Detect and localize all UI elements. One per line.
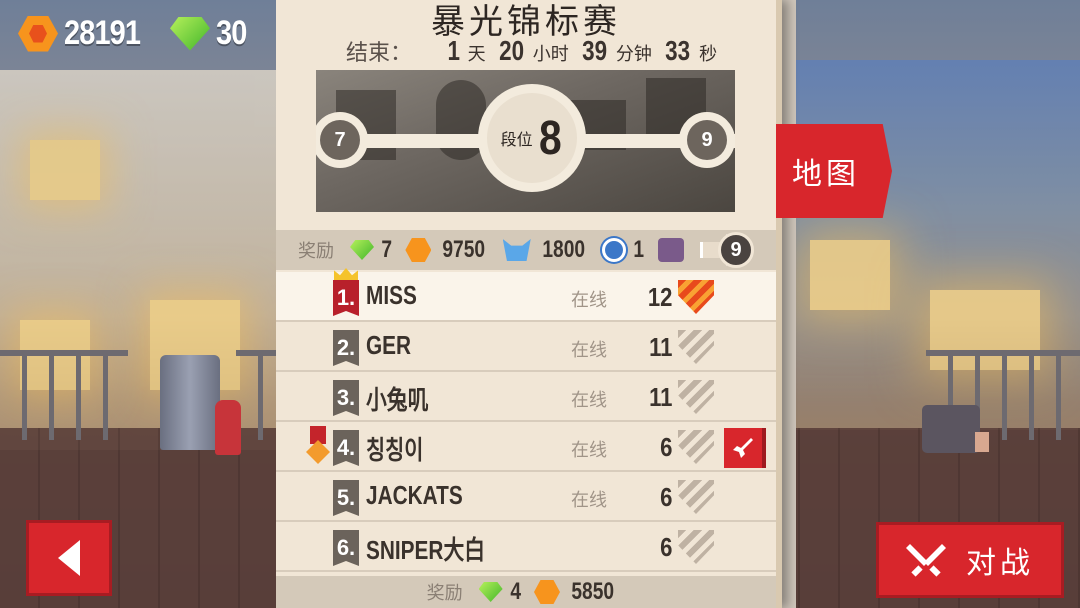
countdown-timer: 结束： 1 天 20 小时 39 分钟 33 秒 — [346, 35, 721, 67]
reward-bar: 奖励 7 9750 1800 1 9 — [276, 230, 776, 270]
rank-current: 8 — [538, 111, 562, 165]
fire-extinguisher — [215, 400, 241, 455]
promote-rank: 9 — [718, 232, 754, 268]
bottom-reward-gems: 4 — [509, 578, 521, 605]
row-position: 1. — [333, 280, 359, 316]
player-name: 칭칭이 — [366, 435, 424, 465]
rank-current-badge: 段位 8 — [478, 84, 586, 192]
countdown-label: 结束： — [346, 41, 413, 66]
countdown-seconds-unit: 秒 — [699, 44, 718, 65]
fence-left — [0, 350, 128, 440]
attack-button[interactable] — [724, 428, 766, 468]
player-name: JACKATS — [366, 480, 463, 510]
countdown-minutes-unit: 分钟 — [615, 44, 652, 65]
rank-emblem-icon — [678, 530, 714, 564]
player-name: MISS — [366, 280, 417, 310]
rank-emblem-icon — [678, 330, 714, 364]
countdown-seconds: 33 — [665, 35, 690, 66]
reward-label: 奖励 — [298, 241, 334, 262]
green-gem-icon — [478, 582, 503, 602]
leaderboard-row[interactable]: 5. JACKATS 在线 6 — [276, 472, 776, 522]
rank-emblem-icon — [678, 280, 714, 314]
green-gem-icon — [350, 240, 374, 260]
tournament-panel: 暴光锦标赛 结束： 1 天 20 小时 39 分钟 33 秒 7 段位 8 9 … — [276, 0, 776, 608]
leaderboard-row[interactable]: 2. GER 在线 11 — [276, 322, 776, 372]
battle-label: 对战 — [966, 546, 1034, 581]
player-name: SNIPER大白 — [366, 535, 486, 565]
player-name: GER — [366, 330, 412, 360]
row-position: 6. — [333, 530, 359, 566]
rank-label: 段位 — [500, 132, 533, 149]
window-glow — [30, 140, 100, 200]
back-button[interactable] — [26, 520, 112, 596]
rank-next-node: 9 — [679, 112, 735, 168]
countdown-hours: 20 — [498, 35, 524, 66]
player-status: 在线 — [571, 340, 607, 361]
player-score: 6 — [660, 432, 673, 462]
map-button[interactable]: 地图 — [776, 124, 892, 218]
rocket-icon — [733, 438, 753, 458]
orange-hexagon-coin-icon — [533, 580, 560, 604]
fox-mask-icon — [502, 239, 531, 261]
player-status: 在线 — [571, 290, 607, 311]
coin-counter: 28191 — [18, 14, 154, 53]
back-arrow-icon — [58, 540, 80, 576]
bottom-reward-coins: 5850 — [571, 578, 615, 605]
orange-hexagon-coin-icon — [405, 238, 432, 262]
row-position: 4. — [333, 430, 359, 466]
countdown-days: 1 — [447, 35, 461, 66]
countdown-days-unit: 天 — [467, 44, 486, 65]
player-score: 6 — [660, 532, 673, 562]
bottom-reward-label: 奖励 — [426, 583, 463, 604]
player-status: 在线 — [571, 490, 607, 511]
row-position: 5. — [333, 480, 359, 516]
leaderboard-row[interactable]: 1. MISS 在线 12 — [276, 268, 776, 322]
crossed-swords-icon — [906, 544, 946, 577]
leaderboard-row[interactable]: 4. 칭칭이 在线 6 — [276, 422, 776, 472]
trash-can — [160, 355, 220, 450]
player-name: 小兔叽 — [366, 385, 429, 415]
countdown-minutes: 39 — [581, 35, 607, 66]
leaderboard-row[interactable]: 3. 小兔叽 在线 11 — [276, 372, 776, 422]
reward-coins: 9750 — [442, 236, 486, 263]
leaderboard: 1. MISS 在线 12 2. GER 在线 11 3. 小兔叽 在线 11 … — [276, 268, 776, 572]
rank-current-inner: 段位 8 — [487, 93, 577, 183]
gem-counter: 30 — [170, 14, 252, 53]
purple-box-icon — [657, 238, 684, 262]
bottom-reward-bar: 奖励 4 5850 — [276, 576, 776, 608]
coin-amount: 28191 — [64, 14, 141, 52]
player-score: 11 — [649, 382, 673, 412]
rank-prev: 7 — [320, 120, 360, 160]
rank-emblem-icon — [678, 480, 714, 514]
green-gem-icon — [170, 16, 210, 51]
rank-next: 9 — [687, 120, 727, 160]
row-position: 2. — [333, 330, 359, 366]
panel-edge — [776, 0, 796, 608]
orange-hexagon-coin-icon — [18, 15, 58, 52]
player-score: 12 — [647, 282, 673, 312]
row-position: 3. — [333, 380, 359, 416]
reward-fox: 1800 — [542, 236, 585, 263]
fence-left-2 — [236, 350, 276, 440]
rank-banner: 7 段位 8 9 — [316, 70, 735, 212]
battle-button[interactable]: 对战 — [876, 522, 1064, 598]
medal-icon — [306, 426, 330, 466]
leaderboard-row[interactable]: 6. SNIPER大白 6 — [276, 522, 776, 572]
player-score: 11 — [649, 332, 673, 362]
player-status: 在线 — [571, 390, 607, 411]
paper-cup — [975, 432, 989, 452]
rank-emblem-icon — [678, 380, 714, 414]
window-glow — [810, 240, 890, 310]
paw-token-icon — [602, 238, 627, 262]
gem-amount: 30 — [216, 14, 247, 52]
reward-gems: 7 — [381, 236, 393, 263]
rank-emblem-icon — [678, 430, 714, 464]
countdown-hours-unit: 小时 — [532, 44, 569, 65]
player-score: 6 — [660, 482, 673, 512]
suitcase — [922, 405, 980, 453]
player-status: 在线 — [571, 440, 607, 461]
reward-paw: 1 — [633, 236, 645, 263]
